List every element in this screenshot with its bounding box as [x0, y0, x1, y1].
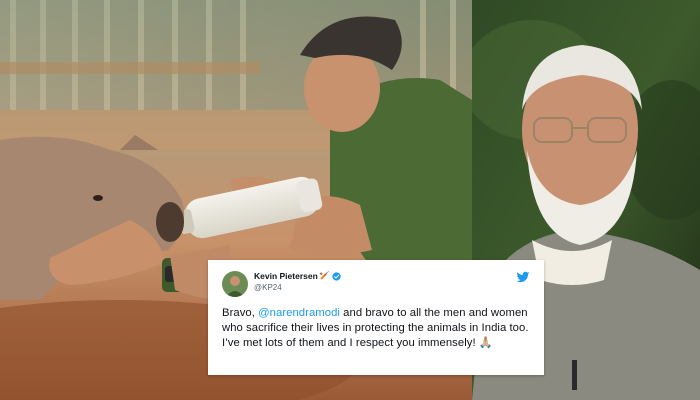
tweet-card[interactable]: Kevin Pietersen 🏏 @KP24 Bravo, @narendra… [208, 260, 544, 375]
tweet-text: Bravo, @narendramodi and bravo to all th… [222, 306, 530, 351]
avatar[interactable] [222, 271, 248, 297]
display-name[interactable]: Kevin Pietersen [254, 270, 318, 282]
tweet-header: Kevin Pietersen 🏏 @KP24 [222, 270, 530, 300]
mention-link[interactable]: @narendramodi [258, 307, 340, 319]
author-info: Kevin Pietersen 🏏 @KP24 [254, 270, 341, 294]
name-row: Kevin Pietersen 🏏 [254, 270, 341, 282]
verified-badge-icon [332, 271, 341, 281]
cricket-bat-icon: 🏏 [319, 271, 330, 280]
user-handle[interactable]: @KP24 [254, 282, 341, 294]
tweet-text-start: Bravo, [222, 307, 259, 319]
twitter-bird-icon[interactable] [516, 270, 530, 284]
folded-hands-icon: 🙏🏼 [478, 337, 493, 349]
